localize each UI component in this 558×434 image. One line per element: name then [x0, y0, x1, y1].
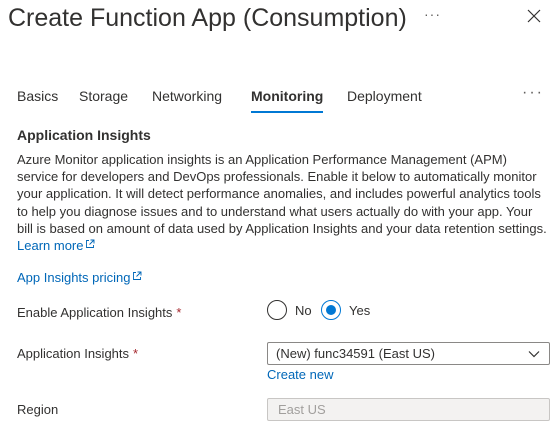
create-new-link[interactable]: Create new: [267, 367, 333, 382]
tab-monitoring[interactable]: Monitoring: [251, 86, 323, 114]
radio-no[interactable]: No: [267, 300, 312, 320]
active-tab-indicator: [251, 111, 323, 113]
application-insights-label-text: Application Insights: [17, 346, 130, 361]
close-button[interactable]: [524, 6, 544, 26]
more-options-button[interactable]: ···: [424, 6, 441, 22]
app-insights-pricing-link[interactable]: App Insights pricing: [17, 270, 142, 285]
pricing-label: App Insights pricing: [17, 270, 131, 285]
tab-deployment[interactable]: Deployment: [347, 86, 422, 114]
close-icon: [527, 9, 541, 23]
radio-yes[interactable]: Yes: [321, 300, 370, 320]
tab-networking[interactable]: Networking: [152, 86, 222, 114]
learn-more-link[interactable]: Learn more: [17, 238, 95, 253]
application-insights-dropdown[interactable]: (New) func34591 (East US): [267, 342, 550, 365]
region-field: East US: [267, 398, 550, 421]
create-function-app-blade: Create Function App (Consumption) ··· Ba…: [0, 0, 558, 434]
application-insights-label: Application Insights *: [17, 346, 138, 361]
chevron-down-icon: [528, 351, 540, 358]
required-asterisk: *: [176, 305, 182, 320]
radio-yes-label: Yes: [349, 302, 371, 318]
radio-yes-circle[interactable]: [321, 300, 341, 320]
radio-no-circle[interactable]: [267, 300, 287, 320]
radio-no-label: No: [295, 302, 312, 318]
external-link-icon: [133, 271, 142, 280]
learn-more-label: Learn more: [17, 238, 84, 254]
tabs-more-button[interactable]: ···: [522, 84, 544, 102]
required-asterisk: *: [133, 346, 139, 361]
enable-insights-label-text: Enable Application Insights: [17, 305, 173, 320]
region-label: Region: [17, 402, 59, 417]
enable-insights-label: Enable Application Insights *: [17, 305, 181, 320]
tab-storage[interactable]: Storage: [79, 86, 128, 114]
section-description: Azure Monitor application insights is an…: [17, 151, 551, 254]
description-text: Azure Monitor application insights is an…: [17, 152, 547, 236]
tab-basics[interactable]: Basics: [17, 86, 58, 114]
section-heading: Application Insights: [17, 127, 151, 143]
page-title: Create Function App (Consumption): [8, 4, 407, 32]
dropdown-selected-value: (New) func34591 (East US): [276, 346, 435, 361]
external-link-icon: [86, 239, 95, 248]
